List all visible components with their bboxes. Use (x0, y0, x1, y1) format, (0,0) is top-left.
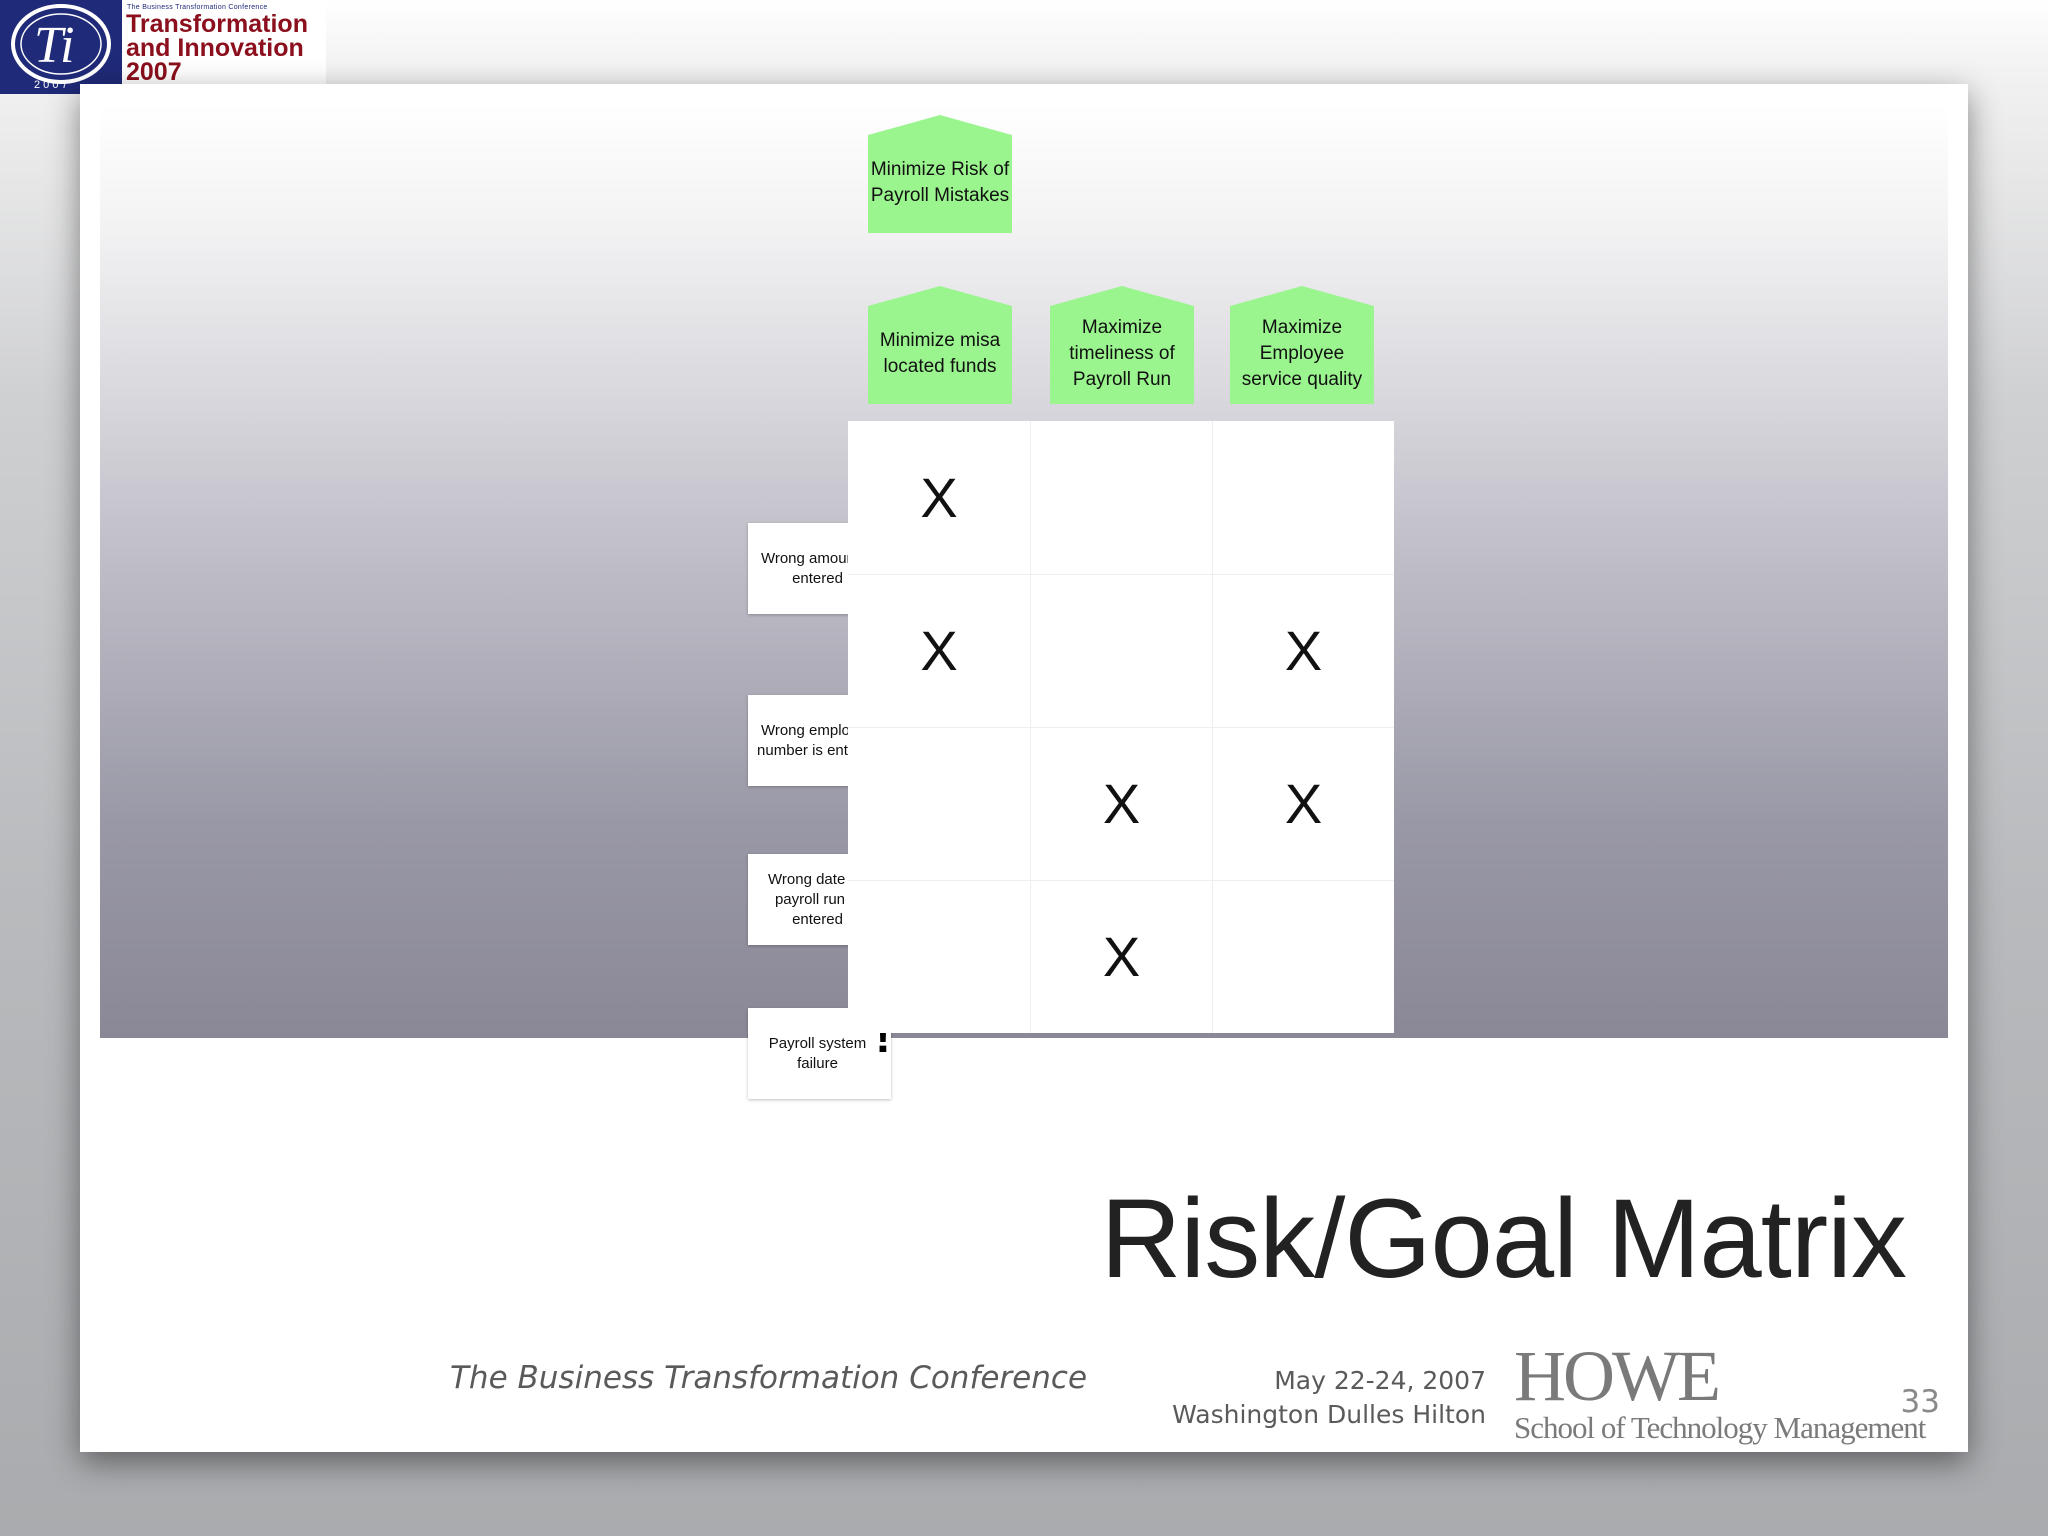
goal-sub-3: Maximize Employee service quality (1230, 286, 1374, 404)
matrix-cell: X (920, 465, 958, 529)
matrix-cell (1030, 574, 1212, 727)
ti-emblem-icon: Ti 2 0 0 7 (0, 0, 122, 94)
emblem-year: 2 0 0 7 (34, 79, 68, 91)
matrix-cell (848, 880, 1030, 1033)
howe-logo: HOWE (1514, 1336, 1721, 1416)
page-number: 33 (1900, 1384, 1940, 1420)
matrix-cell (1212, 421, 1394, 574)
slide: Minimize Risk of Payroll Mistakes Minimi… (80, 84, 1968, 1452)
logo-line-3: 2007 (126, 58, 182, 86)
goal-sub-1-label: Minimize misa located funds (879, 330, 1001, 377)
goal-top-label: Minimize Risk of Payroll Mistakes (870, 159, 1010, 206)
event-date-venue: May 22-24, 2007 Washington Dulles Hilton (1172, 1364, 1486, 1432)
logo-line-2: and Innovation (126, 34, 304, 62)
matrix-cell: X (848, 574, 1030, 727)
matrix-cell (848, 727, 1030, 880)
matrix-cell (1030, 421, 1212, 574)
howe-school-name: School of Technology Management (1514, 1410, 1926, 1445)
matrix-cell: X (1030, 727, 1212, 880)
event-date: May 22-24, 2007 (1274, 1366, 1486, 1395)
goal-sub-2: Maximize timeliness of Payroll Run (1050, 286, 1194, 404)
matrix-cell: X (1212, 727, 1394, 880)
emblem-letters: Ti (34, 17, 75, 74)
goal-sub-3-label: Maximize Employee service quality (1241, 317, 1363, 390)
conference-name: The Business Transformation Conference (450, 1360, 1088, 1396)
conference-logo: Ti 2 0 0 7 The Business Transformation C… (0, 0, 326, 94)
matrix-cell (1212, 880, 1394, 1033)
goal-top: Minimize Risk of Payroll Mistakes (868, 115, 1012, 233)
goal-sub-2-label: Maximize timeliness of Payroll Run (1069, 317, 1175, 390)
matrix-cell: X (1212, 574, 1394, 727)
slide-title: Risk/Goal Matrix (1100, 1176, 1907, 1301)
risk-goal-matrix: X X X X X X (848, 421, 1394, 1033)
event-venue: Washington Dulles Hilton (1172, 1400, 1486, 1429)
goal-sub-1: Minimize misa located funds (868, 286, 1012, 404)
logo-line-1: Transformation (126, 10, 308, 38)
matrix-cell: X (1030, 880, 1212, 1033)
